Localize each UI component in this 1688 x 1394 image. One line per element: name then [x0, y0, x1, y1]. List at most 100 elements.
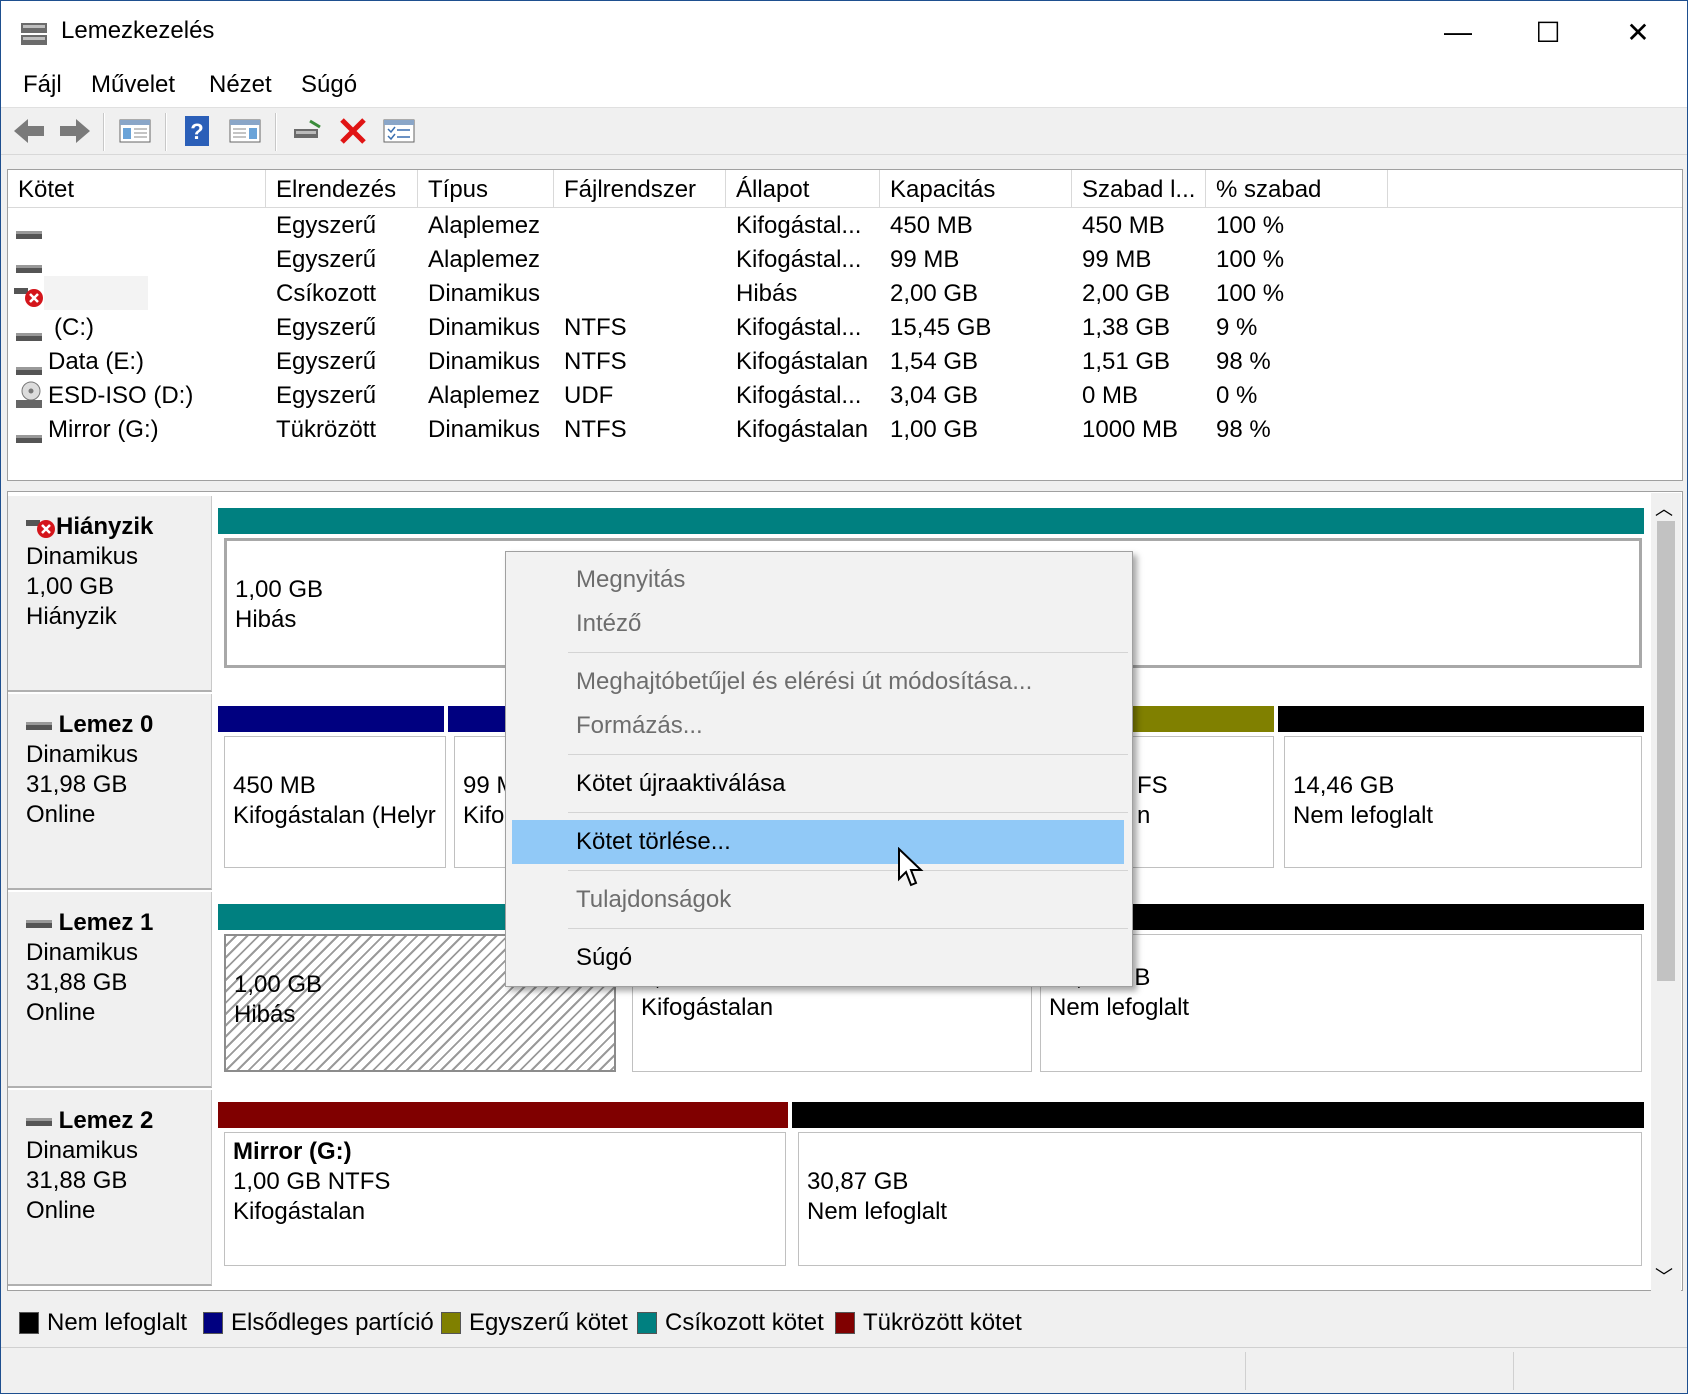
error-drive-icon: [14, 282, 44, 315]
cell-type: Alaplemez: [428, 382, 541, 409]
volume-row[interactable]: Mirror (G:) Tükrözött Dinamikus NTFS Kif…: [8, 414, 1682, 448]
menu-help-item[interactable]: Súgó: [576, 944, 632, 972]
col-header-volume[interactable]: Kötet: [8, 170, 266, 208]
disk-type: Dinamikus: [26, 543, 139, 570]
cell-capacity: 15,45 GB: [890, 314, 992, 341]
cell-layout: Tükrözött: [276, 416, 377, 443]
properties-icon[interactable]: [381, 113, 417, 149]
cell-type: Dinamikus: [428, 314, 541, 341]
scroll-up-icon[interactable]: ︿: [1655, 495, 1673, 521]
cell-status: Kifogástalan: [736, 348, 869, 375]
delete-icon[interactable]: [335, 113, 371, 149]
partition-state: Nem lefoglalt: [1049, 994, 1190, 1021]
volume-row[interactable]: Egyszerű Alaplemez Kifogástal... 450 MB …: [8, 210, 1682, 244]
cell-status: Hibás: [736, 280, 798, 307]
menu-separator: [568, 812, 1128, 813]
disk-icon: [26, 1117, 52, 1126]
menu-reactivate-volume[interactable]: Kötet újraaktiválása: [576, 770, 785, 798]
menu-properties[interactable]: Tulajdonságok: [576, 886, 731, 914]
cell-layout: Egyszerű: [276, 382, 377, 409]
menu-change-drive-letter[interactable]: Meghajtóbetűjel és elérési út módosítása…: [576, 668, 1032, 696]
col-header-status[interactable]: Állapot: [726, 170, 880, 208]
legend-label: Egyszerű kötet: [469, 1309, 628, 1336]
disk-label-disk0[interactable]: Lemez 0 Dinamikus 31,98 GB Online: [8, 694, 212, 890]
menu-file[interactable]: Fájl: [23, 71, 62, 99]
volume-row[interactable]: Csíkozott Dinamikus Hibás 2,00 GB 2,00 G…: [8, 276, 1682, 315]
partition-state: n: [1137, 802, 1151, 829]
volume-row[interactable]: (C:) Egyszerű Dinamikus NTFS Kifogástal.…: [8, 312, 1682, 346]
striped-volume-bar: [218, 904, 514, 930]
col-header-type[interactable]: Típus: [418, 170, 554, 208]
disk-label-disk2[interactable]: Lemez 2 Dinamikus 31,88 GB Online: [8, 1090, 212, 1286]
disk-name: Lemez 2: [58, 1107, 154, 1134]
legend-item: Csíkozott kötet: [637, 1309, 824, 1337]
disk0-partition-1[interactable]: 450 MB Kifogástalan (Helyr: [224, 736, 446, 868]
menu-action[interactable]: Művelet: [91, 71, 175, 99]
cell-free: 1000 MB: [1082, 416, 1179, 443]
disk-type: Dinamikus: [26, 939, 139, 966]
mirror-volume-partition[interactable]: Mirror (G:) 1,00 GB NTFS Kifogástalan: [224, 1132, 786, 1266]
disk-label-missing[interactable]: Hiányzik Dinamikus 1,00 GB Hiányzik: [8, 496, 212, 692]
cell-volume: Mirror (G:): [48, 416, 159, 443]
redacted-volume-name: [44, 276, 148, 310]
help-icon[interactable]: ?: [179, 113, 215, 149]
scroll-down-icon[interactable]: ﹀: [1655, 1263, 1673, 1289]
scroll-thumb[interactable]: [1657, 521, 1675, 981]
status-bar: [1, 1347, 1687, 1393]
unallocated-bar: [1278, 706, 1644, 732]
back-icon[interactable]: [11, 113, 47, 149]
col-header-capacity[interactable]: Kapacitás: [880, 170, 1072, 208]
cell-layout: Egyszerű: [276, 348, 377, 375]
cell-filesystem: UDF: [564, 382, 614, 409]
partition-state: Kifogástalan: [233, 1198, 366, 1225]
forward-icon[interactable]: [57, 113, 93, 149]
col-header-layout[interactable]: Elrendezés: [266, 170, 418, 208]
drive-icon: [16, 424, 42, 452]
cell-capacity: 450 MB: [890, 212, 973, 239]
disk-size: 31,88 GB: [26, 969, 128, 996]
disk0-partition-3[interactable]: FS n: [1132, 736, 1274, 868]
disk-type: Dinamikus: [26, 741, 139, 768]
missing-disk-icon: [26, 519, 55, 538]
cell-percent-free: 100 %: [1216, 212, 1285, 239]
volume-row[interactable]: ESD-ISO (D:) Egyszerű Alaplemez UDF Kifo…: [8, 380, 1682, 414]
console-tree-icon[interactable]: [117, 113, 153, 149]
volume-row[interactable]: Data (E:) Egyszerű Dinamikus NTFS Kifogá…: [8, 346, 1682, 380]
partition-state: Nem lefoglalt: [807, 1198, 948, 1225]
disk-size: 31,98 GB: [26, 771, 128, 798]
col-header-filesystem[interactable]: Fájlrendszer: [554, 170, 726, 208]
vertical-scrollbar[interactable]: ︿ ﹀: [1651, 493, 1681, 1291]
disk-label-disk1[interactable]: Lemez 1 Dinamikus 31,88 GB Online: [8, 892, 212, 1088]
window-title: Lemezkezelés: [61, 17, 215, 44]
menu-separator: [568, 928, 1128, 929]
minimize-button[interactable]: —: [1413, 1, 1503, 63]
cell-layout: Csíkozott: [276, 280, 377, 307]
disk-state: Online: [26, 999, 96, 1026]
cell-free: 2,00 GB: [1082, 280, 1171, 307]
menu-open[interactable]: Megnyitás: [576, 566, 685, 594]
cell-percent-free: 9 %: [1216, 314, 1258, 341]
disk-icon: [26, 919, 52, 928]
cell-percent-free: 98 %: [1216, 416, 1271, 443]
volume-row[interactable]: Egyszerű Alaplemez Kifogástal... 99 MB 9…: [8, 244, 1682, 278]
disk2-unallocated[interactable]: 30,87 GB Nem lefoglalt: [798, 1132, 1642, 1266]
col-header-free-space[interactable]: Szabad l...: [1072, 170, 1206, 208]
cell-status: Kifogástal...: [736, 212, 862, 239]
unallocated-bar: [1132, 904, 1644, 930]
legend: Nem lefoglalt Elsődleges partíció Egysze…: [7, 1295, 1683, 1345]
close-button[interactable]: ✕: [1593, 1, 1683, 63]
menu-view[interactable]: Nézet: [209, 71, 272, 99]
cell-free: 99 MB: [1082, 246, 1152, 273]
menu-help[interactable]: Súgó: [301, 71, 357, 99]
disk0-unallocated[interactable]: 14,46 GB Nem lefoglalt: [1284, 736, 1642, 868]
partition-state: Nem lefoglalt: [1293, 802, 1434, 829]
menu-format[interactable]: Formázás...: [576, 712, 703, 740]
connect-icon[interactable]: [289, 113, 325, 149]
cell-capacity: 1,54 GB: [890, 348, 979, 375]
menu-delete-volume[interactable]: Kötet törlése...: [576, 828, 731, 856]
menu-explorer[interactable]: Intéző: [576, 610, 641, 638]
disk-name: Lemez 1: [58, 909, 154, 936]
col-header-percent-free[interactable]: % szabad: [1206, 170, 1388, 208]
action-pane-icon[interactable]: [227, 113, 263, 149]
maximize-button[interactable]: ☐: [1503, 1, 1593, 63]
